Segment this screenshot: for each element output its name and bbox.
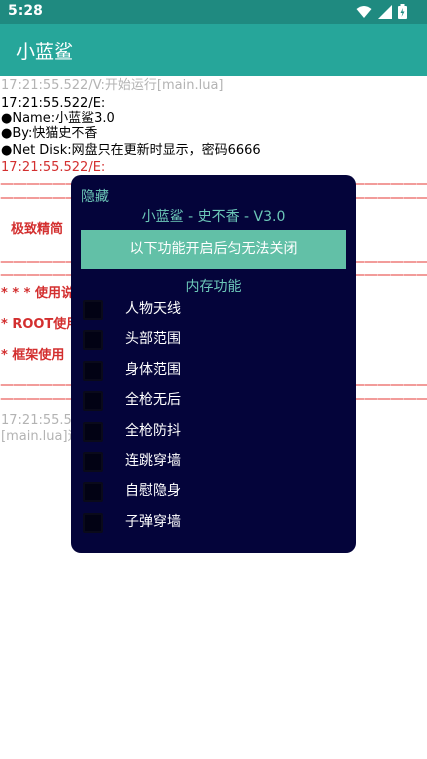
option-label: 身体范围 [125,362,181,378]
dialog-title: 小蓝鲨 - 史不香 - V3.0 [141,209,286,225]
status-icons [356,4,407,19]
log-line: [main.lua]运 [1,429,81,444]
app-bar: 小蓝鲨 [0,24,427,76]
status-time: 5:28 [8,3,43,19]
option-label: 全枪无后 [125,392,181,408]
option-label: 头部范围 [125,331,181,347]
section-header-memory: 内存功能 [185,279,242,295]
log-line: 17:21:55.52 [1,413,81,428]
option-checkbox[interactable] [83,391,103,411]
option-row[interactable]: 人物天线 [81,294,346,322]
app-title: 小蓝鲨 [16,41,74,63]
option-label: 全枪防抖 [125,423,181,439]
log-line: * 框架使用 [1,348,65,363]
log-line: * ROOT使用 [1,317,80,332]
option-row[interactable]: 全枪无后 [81,385,346,413]
log-line: ●Name:小蓝鲨3.0 [1,111,115,126]
option-checkbox[interactable] [83,513,103,533]
log-line: ●Net Disk:网盘只在更新时显示，密码6666 [1,143,261,158]
option-row[interactable]: 连跳穿墙 [81,446,346,474]
battery-icon [398,4,407,19]
option-checkbox[interactable] [83,361,103,381]
floating-menu-dialog: 隐藏 小蓝鲨 - 史不香 - V3.0 以下功能开启后匀无法关闭 内存功能 人物… [71,175,356,553]
option-row[interactable]: 头部范围 [81,324,346,352]
status-bar: 5:28 [0,0,427,24]
option-row[interactable]: 自慰隐身 [81,476,346,504]
option-row[interactable]: 子弹穿墙 [81,507,346,535]
warning-banner: 以下功能开启后匀无法关闭 [81,230,346,269]
log-line: ●By:快猫史不香 [1,126,98,141]
option-label: 自慰隐身 [125,483,181,499]
option-checkbox[interactable] [83,300,103,320]
option-row[interactable]: 身体范围 [81,355,346,383]
log-line: 极致精简 [11,222,64,237]
option-checkbox[interactable] [83,452,103,472]
option-label: 人物天线 [125,301,181,317]
log-line: * * * 使用说 [1,286,74,301]
log-line: 17:21:55.522/V:开始运行[main.lua] [1,78,224,93]
option-checkbox[interactable] [83,330,103,350]
option-row[interactable]: 全枪防抖 [81,416,346,444]
wifi-icon [356,5,372,18]
option-checkbox[interactable] [83,482,103,502]
hide-button[interactable]: 隐藏 [81,186,109,206]
signal-icon [378,4,392,19]
option-checkbox[interactable] [83,422,103,442]
log-line: 17:21:55.522/E: [1,96,106,111]
option-label: 子弹穿墙 [125,514,181,530]
option-label: 连跳穿墙 [125,453,181,469]
log-line: 17:21:55.522/E: [1,160,106,175]
